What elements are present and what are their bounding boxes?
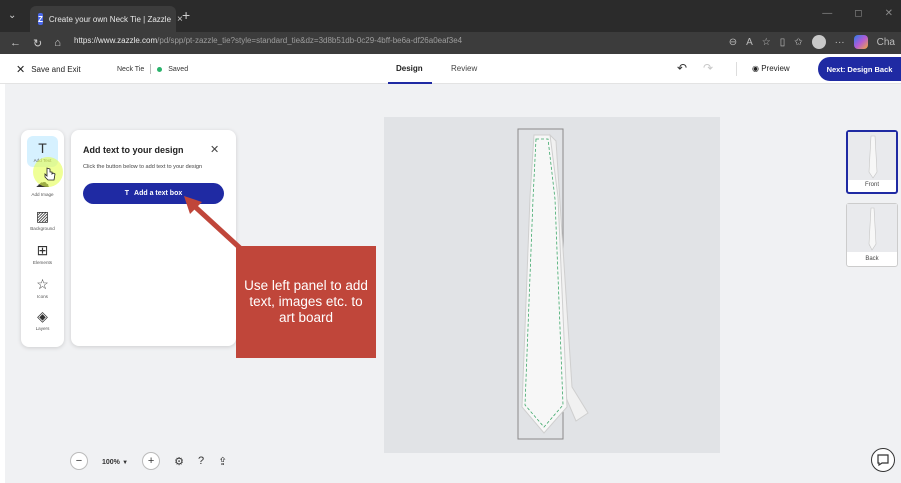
refresh-icon[interactable]: ↻ bbox=[33, 37, 42, 50]
text-icon: T bbox=[38, 140, 47, 156]
preview-label: Preview bbox=[761, 64, 790, 73]
elements-icon: ⊞ bbox=[36, 242, 49, 258]
divider bbox=[150, 64, 152, 74]
window-controls: — ◻ ✕ bbox=[822, 8, 893, 19]
help-icon[interactable]: ? bbox=[198, 455, 204, 467]
tab-title: Create your own Neck Tie | Zazzle bbox=[48, 14, 172, 24]
star-icon: ☆ bbox=[36, 276, 49, 292]
copilot-icon[interactable] bbox=[853, 35, 868, 49]
hand-cursor-icon bbox=[44, 167, 56, 181]
close-window-icon[interactable]: ✕ bbox=[885, 8, 893, 19]
save-exit-button[interactable]: ✕ Save and Exit bbox=[16, 63, 81, 76]
browser-toolbar-right: ⊖ A ☆ ▯ ✩ ··· Cha bbox=[729, 35, 895, 49]
profile-avatar[interactable] bbox=[811, 35, 826, 49]
tie-product-image bbox=[517, 128, 589, 440]
more-icon[interactable]: ··· bbox=[835, 37, 845, 48]
browser-tab[interactable]: Z Create your own Neck Tie | Zazzle × bbox=[30, 6, 183, 32]
close-icon: ✕ bbox=[16, 64, 26, 76]
background-icon: ▨ bbox=[35, 208, 50, 224]
read-aloud-icon[interactable]: A bbox=[746, 37, 753, 48]
rail-item-label: Add Image bbox=[31, 192, 54, 197]
zoom-in-icon[interactable]: + bbox=[142, 452, 161, 470]
zazzle-favicon-icon: Z bbox=[38, 13, 43, 25]
chat-support-button[interactable] bbox=[871, 448, 895, 472]
rail-item-label: Background bbox=[30, 226, 55, 231]
zoom-select[interactable]: 100% ▼ bbox=[102, 457, 128, 466]
share-icon[interactable]: ⇪ bbox=[218, 455, 227, 468]
zoom-toolbar: − 100% ▼ + ⚙ ? ⇪ bbox=[70, 452, 227, 470]
redo-icon[interactable]: ↷ bbox=[703, 61, 713, 75]
saved-status-dot-icon bbox=[157, 66, 163, 72]
next-design-back-button[interactable]: Next: Design Back bbox=[818, 57, 901, 81]
zoom-out-icon[interactable]: − bbox=[70, 452, 88, 470]
rail-item-background[interactable]: ▨ Background bbox=[21, 208, 64, 231]
back-icon[interactable]: ← bbox=[10, 37, 21, 50]
product-status: Neck Tie Saved bbox=[117, 64, 188, 74]
text-icon: T bbox=[124, 190, 130, 197]
url-field[interactable]: https://www.zazzle.com/pd/spp/pt-zazzle_… bbox=[74, 36, 462, 45]
tab-design[interactable]: Design bbox=[396, 64, 423, 73]
new-tab-icon[interactable]: + bbox=[182, 7, 190, 23]
preview-button[interactable]: ◉ Preview bbox=[752, 64, 790, 73]
tab-list-chevron-icon[interactable]: ⌄ bbox=[8, 10, 16, 21]
split-screen-icon[interactable]: ▯ bbox=[780, 37, 786, 48]
undo-icon[interactable]: ↶ bbox=[677, 61, 687, 75]
app-header: ✕ Save and Exit Neck Tie Saved Design Re… bbox=[0, 54, 901, 84]
panel-description: Click the button below to add text to yo… bbox=[83, 164, 203, 170]
layers-icon: ◈ bbox=[37, 308, 48, 324]
settings-gear-icon[interactable]: ⚙ bbox=[174, 455, 184, 468]
favorites-icon[interactable]: ✩ bbox=[794, 37, 802, 48]
divider bbox=[736, 62, 737, 76]
nav-buttons: ← ↻ ⌂ bbox=[10, 37, 61, 50]
rail-item-label: Layers bbox=[35, 326, 50, 331]
page-edge bbox=[0, 84, 5, 483]
panel-title: Add text to your design bbox=[83, 145, 184, 155]
url-host: https://www.zazzle.com bbox=[74, 36, 158, 45]
thumbnail-front[interactable]: Front bbox=[846, 130, 898, 194]
front-thumbnail-image bbox=[848, 132, 896, 180]
annotation-callout: Use left panel to add text, images etc. … bbox=[236, 246, 376, 358]
active-tab-indicator bbox=[388, 82, 432, 84]
rail-item-icons[interactable]: ☆ Icons bbox=[21, 276, 64, 299]
saved-status: Saved bbox=[168, 65, 189, 73]
address-bar: ← ↻ ⌂ https://www.zazzle.com/pd/spp/pt-z… bbox=[0, 32, 901, 54]
thumbnail-back[interactable]: Back bbox=[846, 203, 898, 267]
thumbnail-label: Front bbox=[864, 182, 879, 188]
rail-item-label: Elements bbox=[32, 260, 53, 265]
zoom-value: 100% bbox=[102, 458, 120, 466]
eye-icon: ◉ bbox=[752, 64, 759, 73]
thumbnail-label: Back bbox=[865, 256, 879, 262]
home-icon[interactable]: ⌂ bbox=[54, 37, 61, 50]
tab-review[interactable]: Review bbox=[451, 64, 477, 73]
copilot-label: Cha bbox=[876, 36, 895, 48]
rail-item-layers[interactable]: ◈ Layers bbox=[21, 308, 64, 331]
close-panel-icon[interactable]: ✕ bbox=[210, 143, 219, 156]
rail-item-elements[interactable]: ⊞ Elements bbox=[21, 242, 64, 265]
restore-icon[interactable]: ◻ bbox=[854, 8, 862, 19]
zoom-icon[interactable]: ⊖ bbox=[729, 37, 737, 48]
rail-item-label: Icons bbox=[37, 294, 48, 299]
save-exit-label: Save and Exit bbox=[31, 65, 81, 74]
minimize-icon[interactable]: — bbox=[822, 8, 832, 19]
chevron-down-icon: ▼ bbox=[122, 459, 129, 466]
art-board[interactable] bbox=[384, 117, 720, 453]
browser-title-bar: ⌄ Z Create your own Neck Tie | Zazzle × … bbox=[0, 0, 901, 32]
favorite-star-icon[interactable]: ☆ bbox=[762, 37, 771, 48]
url-path: /pd/spp/pt-zazzle_tie?style=standard_tie… bbox=[157, 36, 463, 45]
chat-bubble-icon bbox=[877, 454, 889, 467]
add-text-box-label: Add a text box bbox=[134, 190, 183, 197]
back-thumbnail-image bbox=[847, 204, 897, 252]
product-name: Neck Tie bbox=[117, 65, 145, 73]
